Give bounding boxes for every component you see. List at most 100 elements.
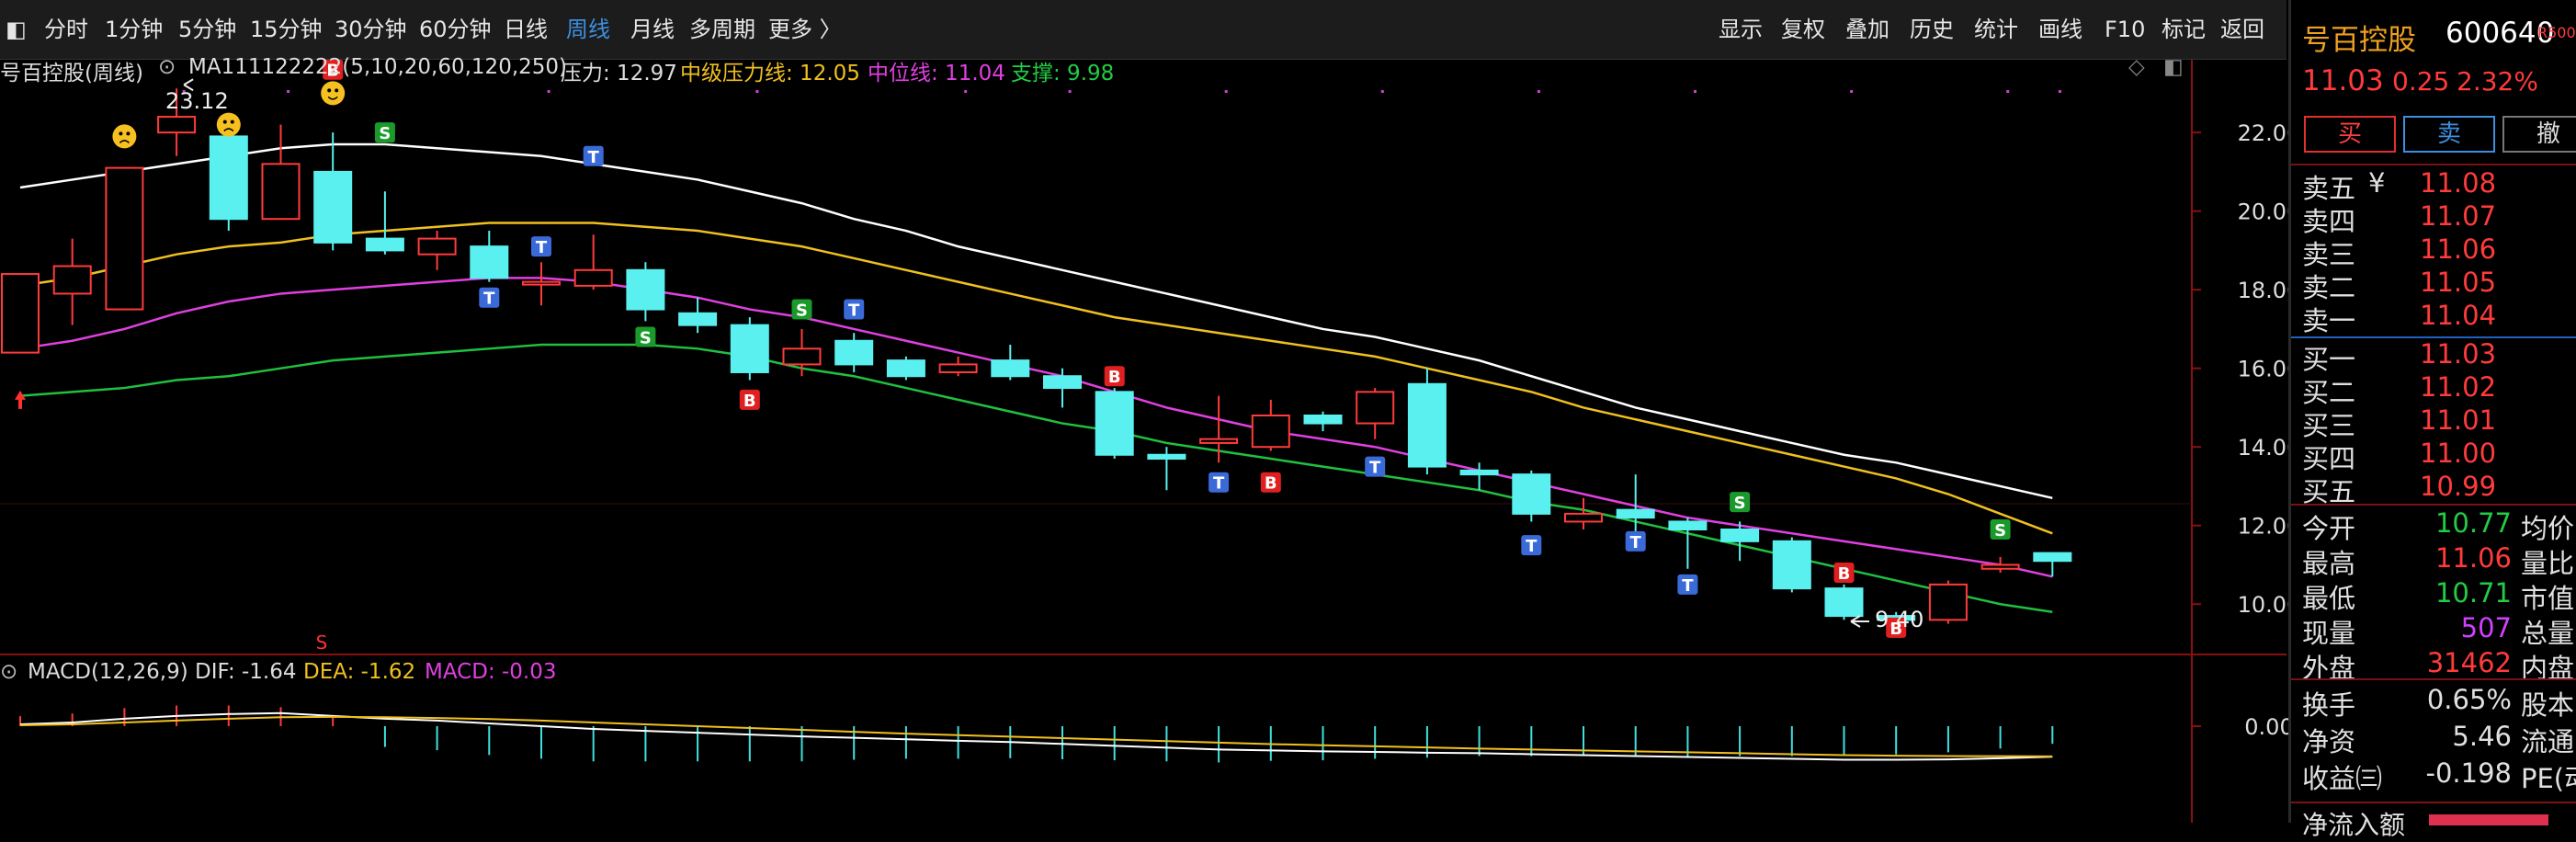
candle-body xyxy=(573,268,613,287)
ma-toggle-icon[interactable]: ⊙ xyxy=(158,55,176,79)
signal-letter: T xyxy=(1526,537,1538,556)
price-tick-label: 12.00 xyxy=(2238,514,2288,540)
price-tick-label: 16.00 xyxy=(2238,357,2288,382)
stat-label: 最低 xyxy=(2302,583,2356,614)
face-sad-icon xyxy=(216,112,241,137)
cancel-button[interactable]: 撤 xyxy=(2502,116,2576,153)
tool-button-0[interactable]: 显示 xyxy=(1719,0,1763,59)
candle-body xyxy=(1356,391,1395,425)
candle-body xyxy=(522,280,561,286)
candle-body xyxy=(1512,473,1551,515)
signal-letter: T xyxy=(1630,533,1642,552)
macd-params: MACD(12,26,9) xyxy=(28,660,188,684)
period-tab-1[interactable]: 1分钟 xyxy=(105,0,163,59)
stat2-value: 0.65% xyxy=(2426,684,2512,715)
signal-letter: S xyxy=(1734,494,1746,513)
period-tab-2[interactable]: 5分钟 xyxy=(178,0,236,59)
toolbar: ◧ 分时 1分钟 5分钟 15分钟 30分钟 60分钟 日线 周线 月线 多周期 更多 〉 显示 复权… xyxy=(0,0,2287,60)
candle-body xyxy=(1459,469,1499,476)
period-tab-8[interactable]: 月线 xyxy=(630,0,675,59)
support-value: 支撑: 9.98 xyxy=(1011,62,1115,85)
candle-body xyxy=(834,339,874,366)
tool-button-1[interactable]: 复权 xyxy=(1781,0,1825,59)
diamond-icon[interactable]: ◇ xyxy=(2128,55,2145,79)
panel-toggle-icon[interactable]: ◧ xyxy=(2163,55,2184,79)
price-axis: 22.00 20.00 18.00 16.00 14.00 12.00 10.00 xyxy=(2192,120,2288,618)
candle-body xyxy=(730,324,769,373)
candle-body xyxy=(105,166,144,311)
face-eye xyxy=(230,119,234,124)
netflow-label: 净流入额 xyxy=(2302,810,2406,840)
low-arrow-icon xyxy=(1850,615,1869,628)
period-tab-3[interactable]: 15分钟 xyxy=(250,0,323,59)
collapse-icon[interactable]: ◧ xyxy=(6,0,27,59)
period-tab-0[interactable]: 分时 xyxy=(44,0,88,59)
stat2-side-label: PE(动 xyxy=(2521,763,2576,794)
stat2-label: 净资 xyxy=(2302,726,2356,757)
bid-price: 11.02 xyxy=(2420,371,2497,403)
dot-marker xyxy=(964,90,968,93)
signal-letter: B xyxy=(743,392,756,411)
candle-body xyxy=(1095,391,1134,456)
candle-body xyxy=(1199,438,1239,444)
mid-pressure-value: 中级压力线: 12.05 xyxy=(680,62,860,85)
period-tab-4[interactable]: 30分钟 xyxy=(335,0,407,59)
netflow-bar xyxy=(2429,814,2548,825)
sell-button[interactable]: 卖 xyxy=(2403,116,2495,153)
stat-value: 11.06 xyxy=(2434,542,2512,574)
ma-params: MA111122222(5,10,20,60,120,250) xyxy=(188,55,568,79)
dot-marker xyxy=(1380,90,1384,93)
period-tab-7[interactable]: 周线 xyxy=(566,0,610,59)
ask-label: 卖一 xyxy=(2302,305,2356,336)
candle-body xyxy=(52,265,92,295)
tool-button-5[interactable]: 画线 xyxy=(2038,0,2082,59)
macd-settings-icon[interactable]: ⊙ xyxy=(0,660,17,684)
signal-letter: T xyxy=(1369,459,1381,478)
tool-button-3[interactable]: 历史 xyxy=(1910,0,1954,59)
macd-panel: 0.00 xyxy=(19,705,2288,763)
stat-label: 最高 xyxy=(2302,548,2356,579)
bid-price: 10.99 xyxy=(2420,471,2497,502)
last-price: 11.03 xyxy=(2302,64,2384,97)
candle-body xyxy=(1616,508,1655,519)
period-tab-10[interactable]: 更多 〉 xyxy=(768,0,842,59)
tool-button-8[interactable]: 返回 xyxy=(2220,0,2264,59)
candle-body xyxy=(1928,583,1968,621)
candle-body xyxy=(2033,552,2072,563)
candle-body xyxy=(470,245,509,279)
dot-marker xyxy=(1068,90,1072,93)
buy-button[interactable]: 买 xyxy=(2304,116,2396,153)
period-tab-5[interactable]: 60分钟 xyxy=(419,0,492,59)
stat-side-label: 均价 xyxy=(2521,513,2575,544)
stat2-value: 5.46 xyxy=(2452,721,2512,752)
price-change: 0.25 xyxy=(2392,66,2450,97)
candle-body xyxy=(938,363,978,373)
candle-body xyxy=(782,347,822,366)
tool-button-7[interactable]: 标记 xyxy=(2162,0,2206,59)
stat-side-label: 量比 xyxy=(2521,548,2575,579)
signal-letter: T xyxy=(1213,474,1225,494)
tool-button-2[interactable]: 叠加 xyxy=(1845,0,1889,59)
tool-button-6[interactable]: F10 xyxy=(2105,0,2145,59)
period-tab-9[interactable]: 多周期 xyxy=(689,0,755,59)
signal-letter: B xyxy=(1265,474,1277,494)
price-tick-label: 18.00 xyxy=(2238,278,2288,303)
dot-marker xyxy=(1224,90,1228,93)
candlestick-chart[interactable]: BSTTTSBSTBTBTTTTSBBSS 0.00 22.0020.0018.… xyxy=(0,0,2288,823)
tool-button-4[interactable]: 统计 xyxy=(1974,0,2018,59)
dot-marker xyxy=(2006,90,2010,93)
signal-letter: S xyxy=(640,328,652,347)
stat-side-label: 总量 xyxy=(2521,618,2575,649)
period-tab-6[interactable]: 日线 xyxy=(504,0,548,59)
stat2-value: -0.198 xyxy=(2425,757,2513,789)
face-eye xyxy=(327,88,332,93)
signal-letter: T xyxy=(1682,576,1694,596)
stat2-label: 换手 xyxy=(2302,689,2356,721)
candle-body xyxy=(678,312,718,326)
dot-marker xyxy=(1850,90,1854,93)
candle-body xyxy=(1407,382,1447,468)
ask-price: 11.08 xyxy=(2420,167,2497,199)
face-sad-icon xyxy=(112,124,137,149)
high-annotation: 23.12 xyxy=(165,88,229,114)
stat-value: 31462 xyxy=(2426,647,2512,678)
